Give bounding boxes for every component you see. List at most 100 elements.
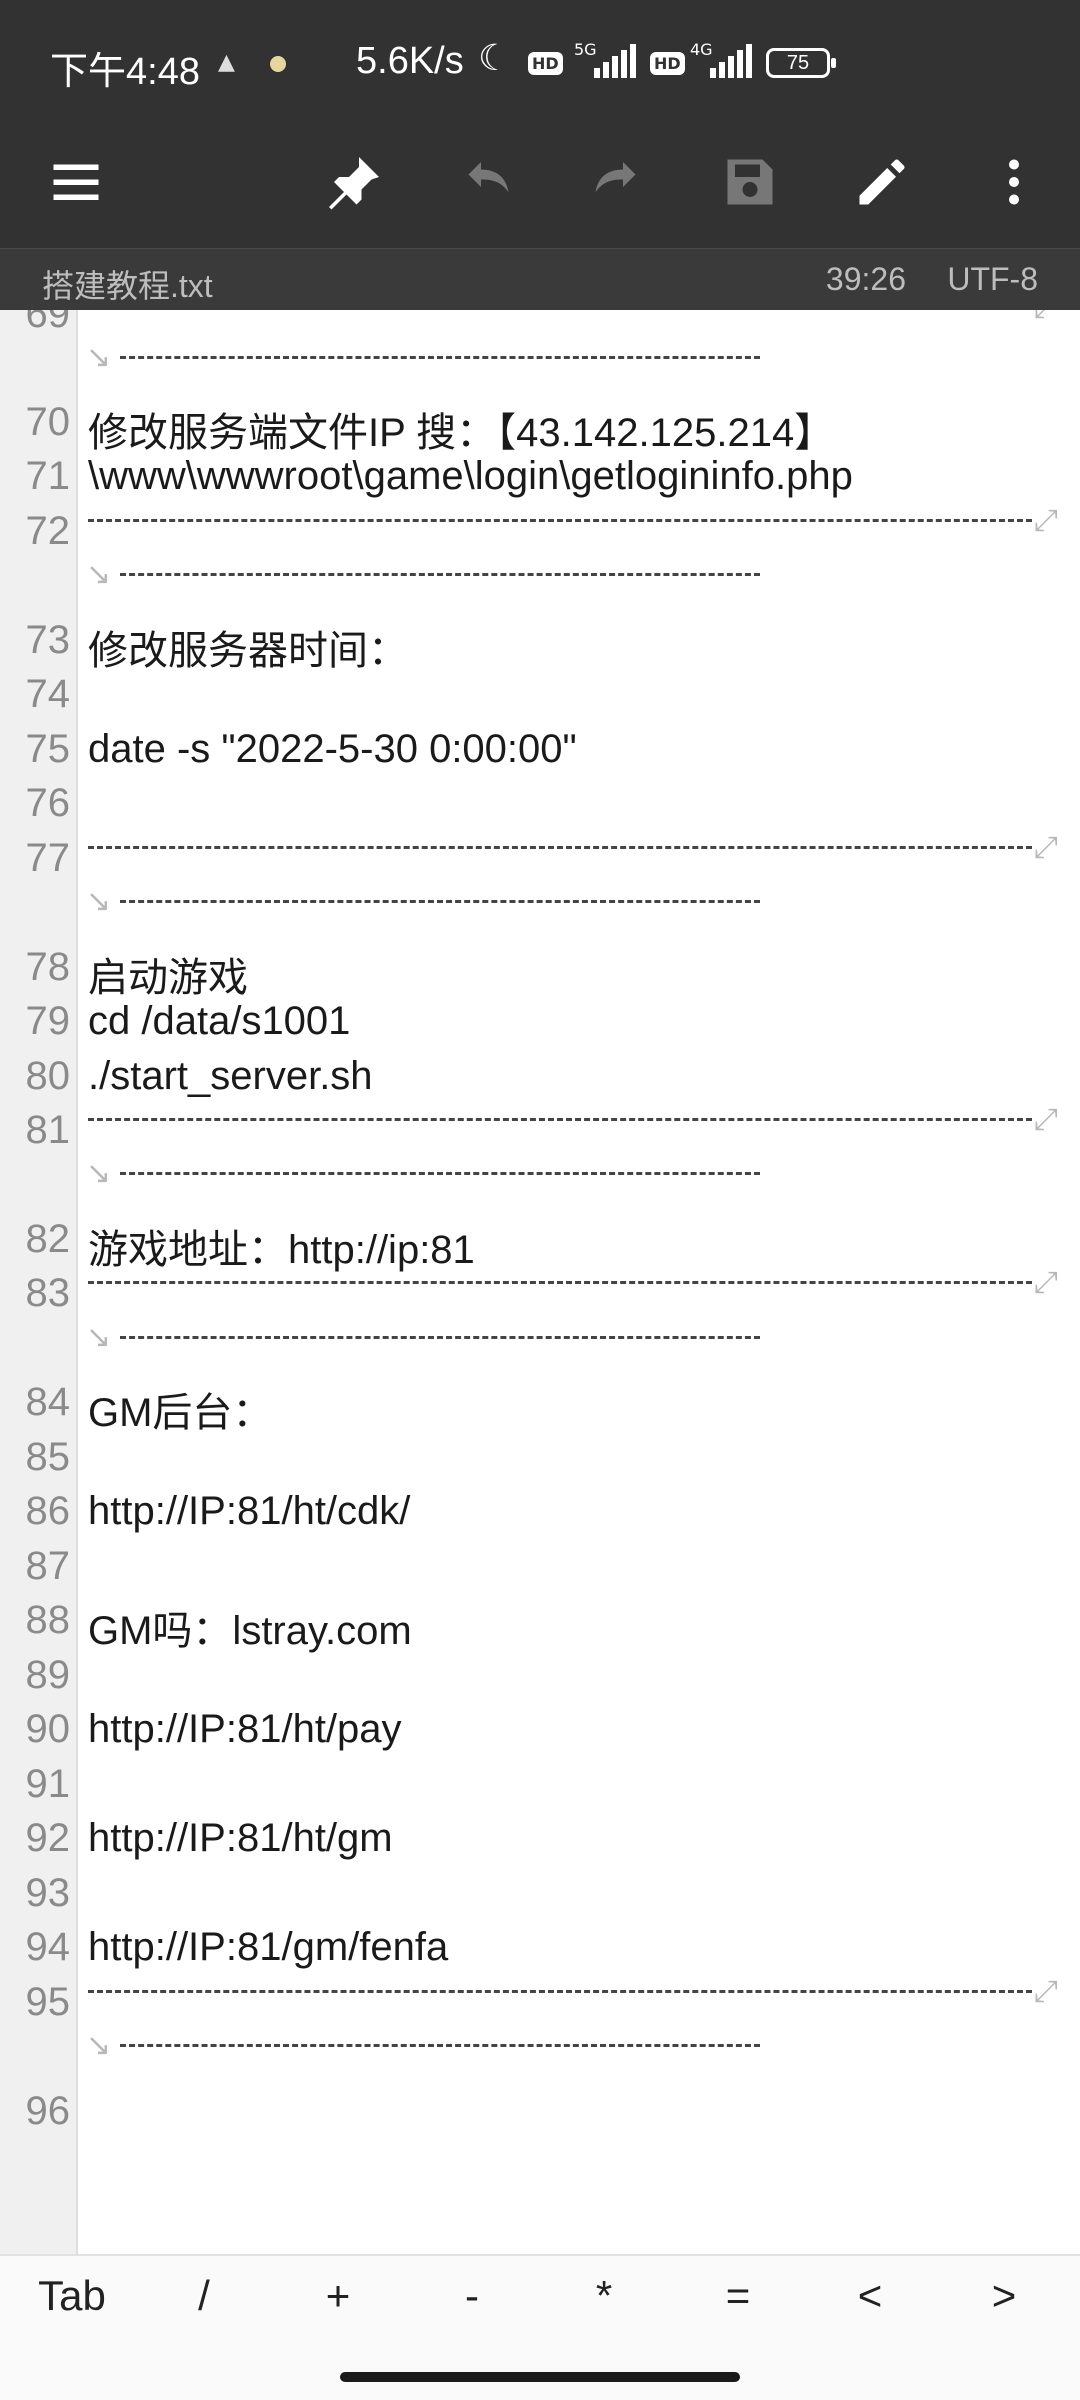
notification-icon: ▲ xyxy=(218,50,235,75)
battery-icon: 75 xyxy=(766,48,836,78)
editor-line: 81 ⤢ xyxy=(0,1102,1080,1157)
line-number: 88 xyxy=(25,1598,71,1642)
status-time: 下午4:48 xyxy=(50,51,200,93)
line-text: http://IP:81/gm/fenfa xyxy=(88,1925,449,1969)
wrap-indicator-icon: ⤢ xyxy=(1034,310,1058,325)
dash-separator xyxy=(120,1172,760,1178)
line-number: 81 xyxy=(25,1108,71,1152)
file-name: 搭建教程.txt xyxy=(42,268,213,304)
editor-line: 86 http://IP:81/ht/cdk/ xyxy=(0,1483,1080,1538)
line-number: 72 xyxy=(25,509,71,553)
dash-separator xyxy=(120,2044,760,2050)
symbol-input-bar: Tab / + - * = < > xyxy=(0,2254,1080,2350)
editor-line: 88 GM吗：lstray.com xyxy=(0,1592,1080,1653)
symbol-key-equals[interactable]: = xyxy=(678,2272,798,2320)
line-number: 84 xyxy=(25,1380,71,1424)
navigation-bar xyxy=(0,2350,1080,2400)
line-number: 85 xyxy=(25,1435,71,1479)
line-number: 87 xyxy=(25,1544,71,1588)
dash-separator xyxy=(88,1118,1032,1124)
editor-line: 69 ⤢ xyxy=(0,310,1080,341)
line-number: 94 xyxy=(25,1925,71,1969)
dash-separator xyxy=(120,573,760,579)
editor-line-wrap: ↘ xyxy=(0,340,1080,395)
signal-strength-icon-2 xyxy=(706,44,752,78)
wrap-indicator-icon: ⤢ xyxy=(1034,830,1058,865)
dash-separator xyxy=(88,846,1032,852)
line-number: 69 xyxy=(25,310,71,336)
line-number: 83 xyxy=(25,1271,71,1315)
line-number: 70 xyxy=(25,400,71,444)
editor-line: 79 cd /data/s1001 xyxy=(0,993,1080,1048)
editor-line-wrap: ↘ xyxy=(0,1156,1080,1211)
home-gesture-handle[interactable] xyxy=(340,2372,740,2382)
editor-line: 70 修改服务端文件IP 搜：【43.142.125.214】 xyxy=(0,394,1080,455)
editor-line-wrap: ↘ xyxy=(0,1320,1080,1375)
editor-line: 84 GM后台： xyxy=(0,1374,1080,1435)
symbol-key-minus[interactable]: - xyxy=(412,2272,532,2320)
line-number: 76 xyxy=(25,781,71,825)
symbol-key-less-than[interactable]: < xyxy=(810,2272,930,2320)
line-number: 75 xyxy=(25,727,71,771)
editor-line: 96 xyxy=(0,2083,1080,2138)
line-text: date -s "2022-5-30 0:00:00" xyxy=(88,727,577,771)
symbol-key-slash[interactable]: / xyxy=(144,2272,264,2320)
wrap-continue-icon: ↘ xyxy=(86,1320,112,1355)
editor-line: 85 xyxy=(0,1429,1080,1484)
symbol-key-greater-than[interactable]: > xyxy=(944,2272,1064,2320)
editor-line: 71 \www\wwwroot\game\login\getlogininfo.… xyxy=(0,448,1080,503)
do-not-disturb-icon: ☾ xyxy=(478,38,511,79)
edit-icon[interactable] xyxy=(840,140,924,224)
editor-line: 76 xyxy=(0,775,1080,830)
line-text: http://IP:81/ht/pay xyxy=(88,1707,402,1751)
wrap-continue-icon: ↘ xyxy=(86,1156,112,1191)
line-number: 74 xyxy=(25,672,71,716)
line-number: 78 xyxy=(25,945,71,989)
line-number: 93 xyxy=(25,1871,71,1915)
symbol-key-asterisk[interactable]: * xyxy=(544,2272,664,2320)
editor-line: 82 游戏地址：http://ip:81 xyxy=(0,1211,1080,1272)
dash-separator xyxy=(120,900,760,906)
pin-icon[interactable] xyxy=(312,140,396,224)
editor-line: 83 ⤢ xyxy=(0,1265,1080,1320)
dash-separator xyxy=(88,1990,1032,1996)
line-number: 77 xyxy=(25,836,71,880)
line-text: cd /data/s1001 xyxy=(88,999,351,1043)
undo-icon[interactable] xyxy=(444,140,528,224)
wrap-indicator-icon: ⤢ xyxy=(1034,1102,1058,1137)
hd-badge-2: HD xyxy=(650,52,685,75)
editor-line-wrap: ↘ xyxy=(0,2028,1080,2083)
redo-icon[interactable] xyxy=(576,140,660,224)
cursor-position: 39:26 xyxy=(825,261,906,297)
text-editor[interactable]: 69 ⤢ ↘ 70 修改服务端文件IP 搜：【43.142.125.214】 7… xyxy=(0,310,1080,2254)
editor-line: 73 修改服务器时间： xyxy=(0,612,1080,673)
wrap-continue-icon: ↘ xyxy=(86,884,112,919)
symbol-key-tab[interactable]: Tab xyxy=(12,2272,132,2320)
line-number: 79 xyxy=(25,999,71,1043)
status-bar: 下午4:48 ▲ 5.6K/s ☾ HD 5G HD 4G 75 xyxy=(0,0,1080,118)
editor-line-wrap: ↘ xyxy=(0,557,1080,612)
editor-line: 91 xyxy=(0,1756,1080,1811)
line-number: 91 xyxy=(25,1762,71,1806)
editor-line: 93 xyxy=(0,1865,1080,1920)
editor-line: 77 ⤢ xyxy=(0,830,1080,885)
line-number: 80 xyxy=(25,1054,71,1098)
editor-line: 89 xyxy=(0,1647,1080,1702)
editor-line: 75 date -s "2022-5-30 0:00:00" xyxy=(0,721,1080,776)
more-vert-icon[interactable] xyxy=(972,140,1056,224)
menu-icon[interactable] xyxy=(34,140,118,224)
signal-strength-icon xyxy=(590,44,636,78)
toolbar xyxy=(0,118,1080,248)
dash-separator xyxy=(88,310,1032,312)
file-encoding[interactable]: UTF-8 xyxy=(947,261,1038,298)
line-text: ./start_server.sh xyxy=(88,1054,373,1098)
editor-line: 80 ./start_server.sh xyxy=(0,1048,1080,1103)
dash-separator xyxy=(120,356,760,362)
wrap-continue-icon: ↘ xyxy=(86,340,112,375)
editor-line: 72 ⤢ xyxy=(0,503,1080,558)
line-text: http://IP:81/ht/cdk/ xyxy=(88,1489,411,1533)
symbol-key-plus[interactable]: + xyxy=(278,2272,398,2320)
save-icon[interactable] xyxy=(708,140,792,224)
network-speed: 5.6K/s xyxy=(356,40,464,82)
line-number: 73 xyxy=(25,618,71,662)
